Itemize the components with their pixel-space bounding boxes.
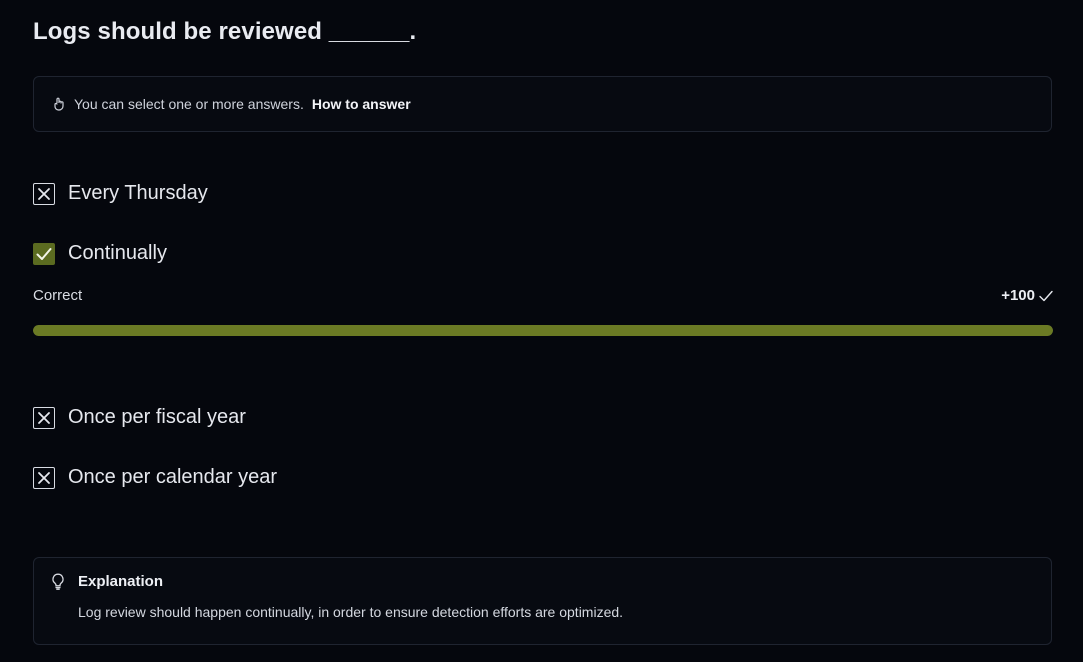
answer-option-every-thursday[interactable]: Every Thursday — [33, 182, 208, 205]
checkbox-incorrect[interactable] — [33, 182, 55, 205]
option-label: Once per calendar year — [68, 466, 278, 488]
answer-option-continually[interactable]: Continually — [33, 242, 167, 265]
result-label: Correct — [33, 287, 83, 304]
lightbulb-icon — [51, 573, 65, 595]
explanation-box: Explanation Log review should happen con… — [33, 557, 1052, 645]
score-progress-fill — [33, 325, 1053, 336]
hand-pointer-icon — [52, 97, 66, 111]
hint-text: You can select one or more answers. — [74, 96, 304, 112]
x-mark-icon — [38, 187, 50, 200]
option-label: Continually — [68, 242, 167, 264]
x-mark-icon — [38, 411, 50, 424]
quiz-page: Logs should be reviewed ______. You can … — [0, 0, 1083, 662]
checkbox-incorrect[interactable] — [33, 406, 55, 429]
checkbox-incorrect[interactable] — [33, 466, 55, 489]
result-score: +100 — [1001, 287, 1053, 304]
option-label: Every Thursday — [68, 182, 208, 204]
answer-option-once-per-fiscal-year[interactable]: Once per fiscal year — [33, 406, 246, 429]
answer-hint-box: You can select one or more answers. How … — [33, 76, 1052, 132]
score-value: +100 — [1001, 287, 1035, 304]
check-icon — [1039, 290, 1053, 301]
x-mark-icon — [38, 471, 50, 484]
score-progress-bar — [33, 325, 1053, 336]
answer-option-once-per-calendar-year[interactable]: Once per calendar year — [33, 466, 277, 489]
result-row: Correct +100 — [33, 287, 1053, 304]
explanation-body: Log review should happen continually, in… — [78, 604, 624, 620]
question-title: Logs should be reviewed ______. — [33, 18, 417, 45]
explanation-title: Explanation — [78, 573, 164, 590]
checkbox-correct[interactable] — [33, 242, 55, 265]
how-to-answer-link[interactable]: How to answer — [312, 96, 411, 112]
option-label: Once per fiscal year — [68, 406, 246, 428]
checkmark-icon — [36, 247, 52, 260]
